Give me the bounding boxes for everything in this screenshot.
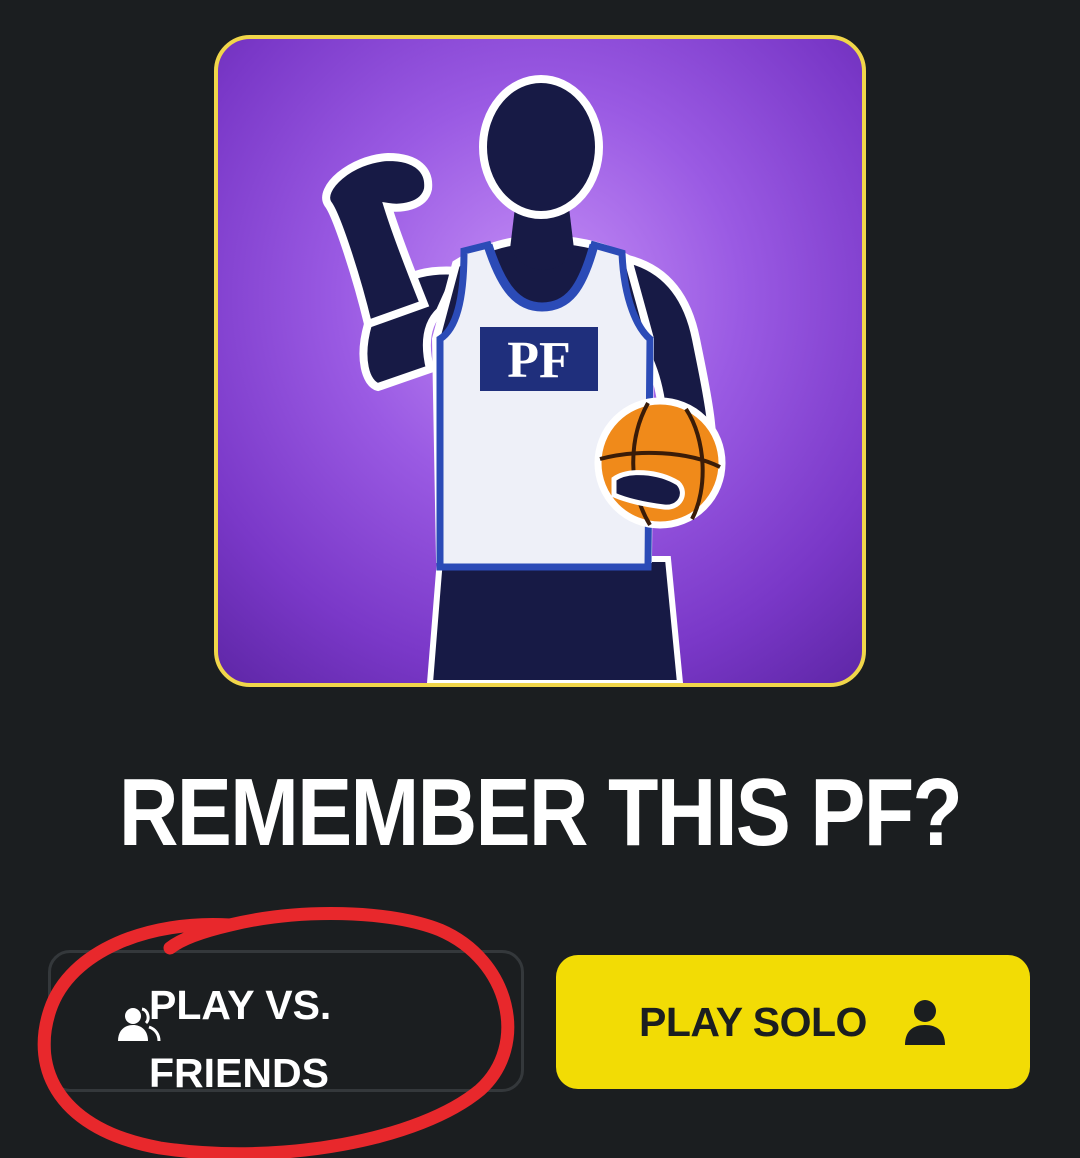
jersey-text: PF	[507, 332, 571, 389]
page-title: REMEMBER THIS PF?	[118, 759, 963, 866]
user-icon	[904, 1000, 945, 1045]
player-artwork: PF	[214, 35, 866, 687]
play-vs-friends-line1: PLAY VS.	[149, 982, 332, 1028]
play-solo-label: PLAY SOLO	[639, 998, 867, 1045]
play-vs-friends-line2: FRIENDS	[149, 1050, 329, 1096]
player-silhouette-image: PF	[322, 75, 726, 683]
play-vs-friends-label: PLAY VS. FRIENDS	[149, 971, 389, 1107]
play-solo-button[interactable]: PLAY SOLO	[556, 955, 1030, 1089]
play-vs-friends-button[interactable]: PLAY VS. FRIENDS	[48, 950, 524, 1096]
